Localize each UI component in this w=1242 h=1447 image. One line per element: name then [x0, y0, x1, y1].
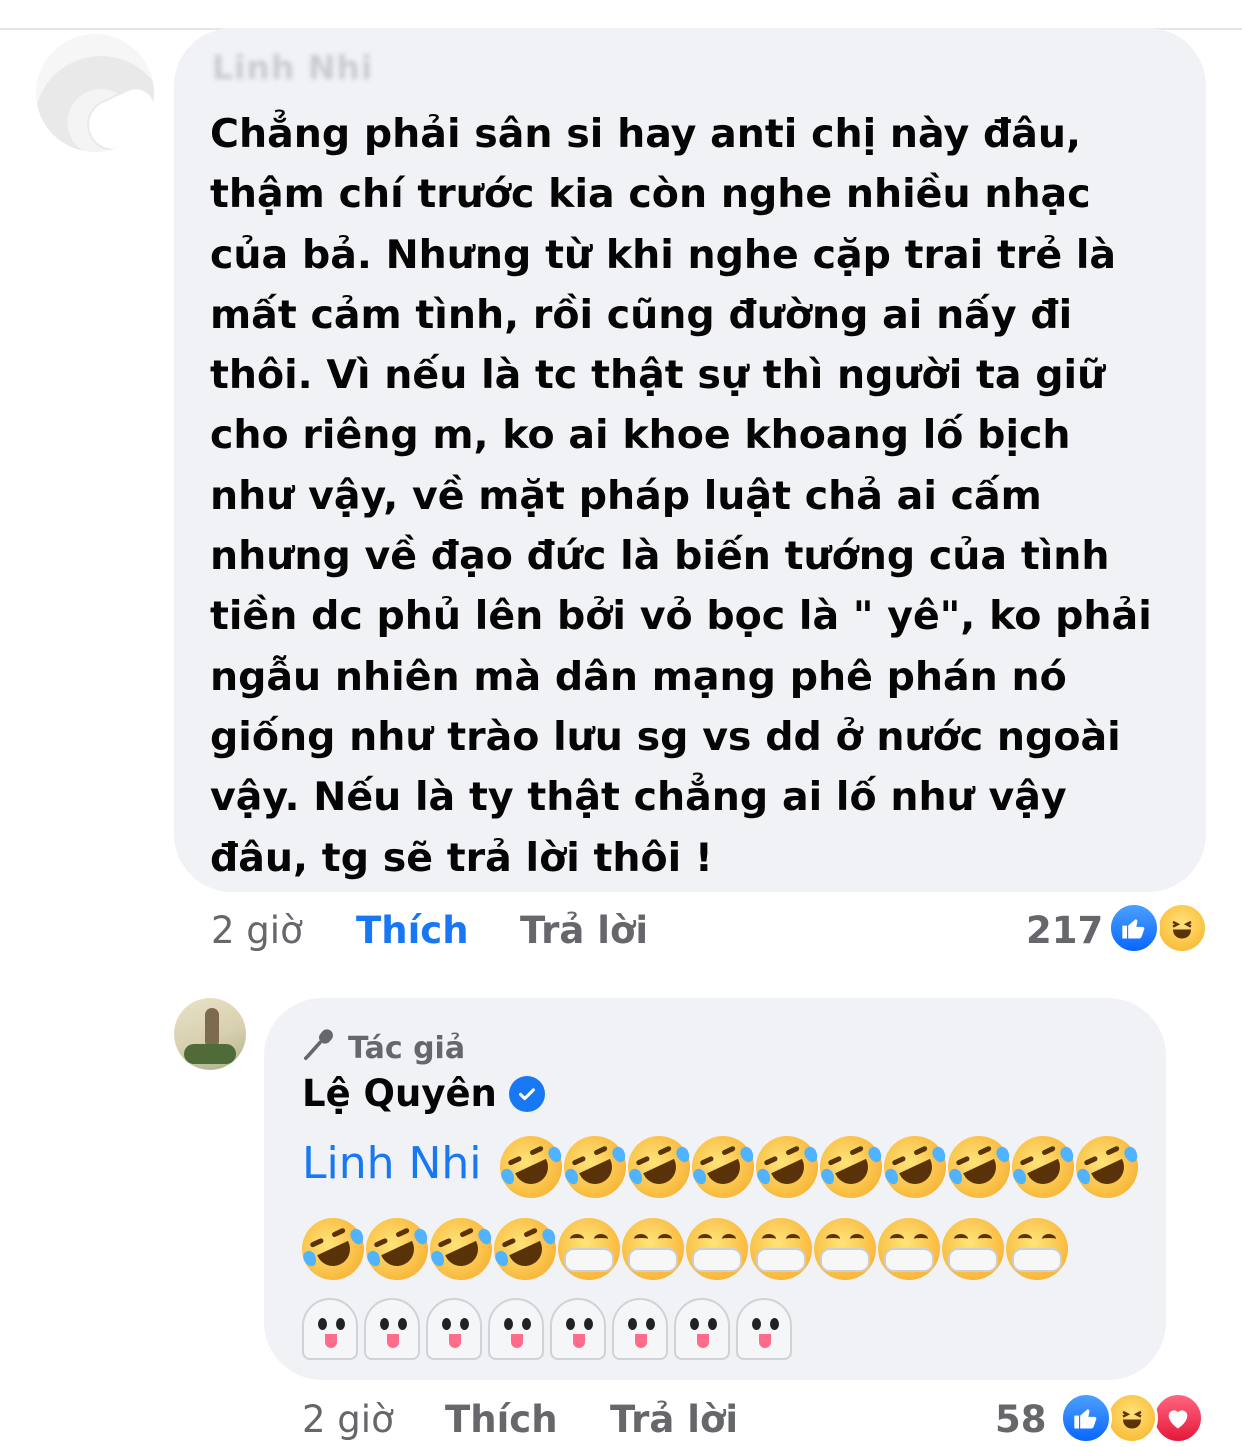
rofl-emoji-icon: [1065, 1125, 1149, 1209]
previous-content-edge: [0, 0, 1242, 30]
rofl-emoji-icon: [745, 1125, 829, 1209]
ghost-emoji-icon: [364, 1298, 420, 1360]
love-icon: [1152, 1392, 1204, 1444]
rofl-emoji-icon: [291, 1207, 375, 1291]
haha-icon: [1156, 902, 1208, 954]
comment-text: Chẳng phải sân si hay anti chị này đâu, …: [210, 111, 1152, 881]
ghost-emoji-icon: [302, 1298, 358, 1360]
reply-timestamp[interactable]: 2 giờ: [302, 1398, 394, 1441]
rofl-emoji-icon: [681, 1125, 765, 1209]
avatar-linh-nhi[interactable]: [36, 34, 154, 152]
emoji-row: [291, 1207, 1068, 1291]
avatar-le-quyen[interactable]: [174, 998, 246, 1070]
reply-reaction-count[interactable]: 58: [995, 1398, 1047, 1441]
ghost-emoji-icon: [674, 1298, 730, 1360]
emoji-row: [302, 1298, 792, 1360]
rofl-emoji-icon: [355, 1207, 439, 1291]
reply-like-button[interactable]: Thích: [445, 1398, 558, 1441]
reply-author-name[interactable]: Lệ Quyên: [302, 1072, 497, 1115]
ghost-emoji-icon: [550, 1298, 606, 1360]
rofl-emoji-icon: [809, 1125, 893, 1209]
comment-timestamp[interactable]: 2 giờ: [211, 909, 303, 952]
rofl-emoji-icon: [553, 1125, 637, 1209]
emoji-row: [489, 1125, 1149, 1209]
verified-badge-icon: [508, 1075, 545, 1112]
mask-face-emoji-icon: [942, 1218, 1004, 1280]
rofl-emoji-icon: [873, 1125, 957, 1209]
mask-face-emoji-icon: [814, 1218, 876, 1280]
reply-button[interactable]: Trả lời: [520, 909, 648, 952]
mask-face-emoji-icon: [750, 1218, 812, 1280]
like-button[interactable]: Thích: [356, 909, 469, 952]
reply-author[interactable]: Lệ Quyên: [302, 1072, 545, 1115]
mask-face-emoji-icon: [1006, 1218, 1068, 1280]
rofl-emoji-icon: [489, 1125, 573, 1209]
rofl-emoji-icon: [483, 1207, 567, 1291]
rofl-emoji-icon: [937, 1125, 1021, 1209]
rofl-emoji-icon: [1001, 1125, 1085, 1209]
haha-icon: [1106, 1392, 1158, 1444]
mask-face-emoji-icon: [686, 1218, 748, 1280]
like-icon: [1060, 1392, 1112, 1444]
rofl-emoji-icon: [419, 1207, 503, 1291]
author-badge-label: Tác giả: [348, 1030, 466, 1066]
ghost-emoji-icon: [736, 1298, 792, 1360]
ghost-emoji-icon: [426, 1298, 482, 1360]
microphone-icon: [302, 1026, 338, 1070]
mention-link[interactable]: Linh Nhi: [302, 1138, 482, 1189]
mask-face-emoji-icon: [878, 1218, 940, 1280]
mask-face-emoji-icon: [558, 1218, 620, 1280]
like-icon: [1108, 902, 1160, 954]
reaction-count[interactable]: 217: [1026, 909, 1103, 952]
ghost-emoji-icon: [612, 1298, 668, 1360]
rofl-emoji-icon: [617, 1125, 701, 1209]
mask-face-emoji-icon: [622, 1218, 684, 1280]
reply-reply-button[interactable]: Trả lời: [610, 1398, 738, 1441]
ghost-emoji-icon: [488, 1298, 544, 1360]
author-badge: Tác giả: [302, 1026, 465, 1070]
comment-author-name[interactable]: Linh Nhi: [212, 48, 373, 87]
